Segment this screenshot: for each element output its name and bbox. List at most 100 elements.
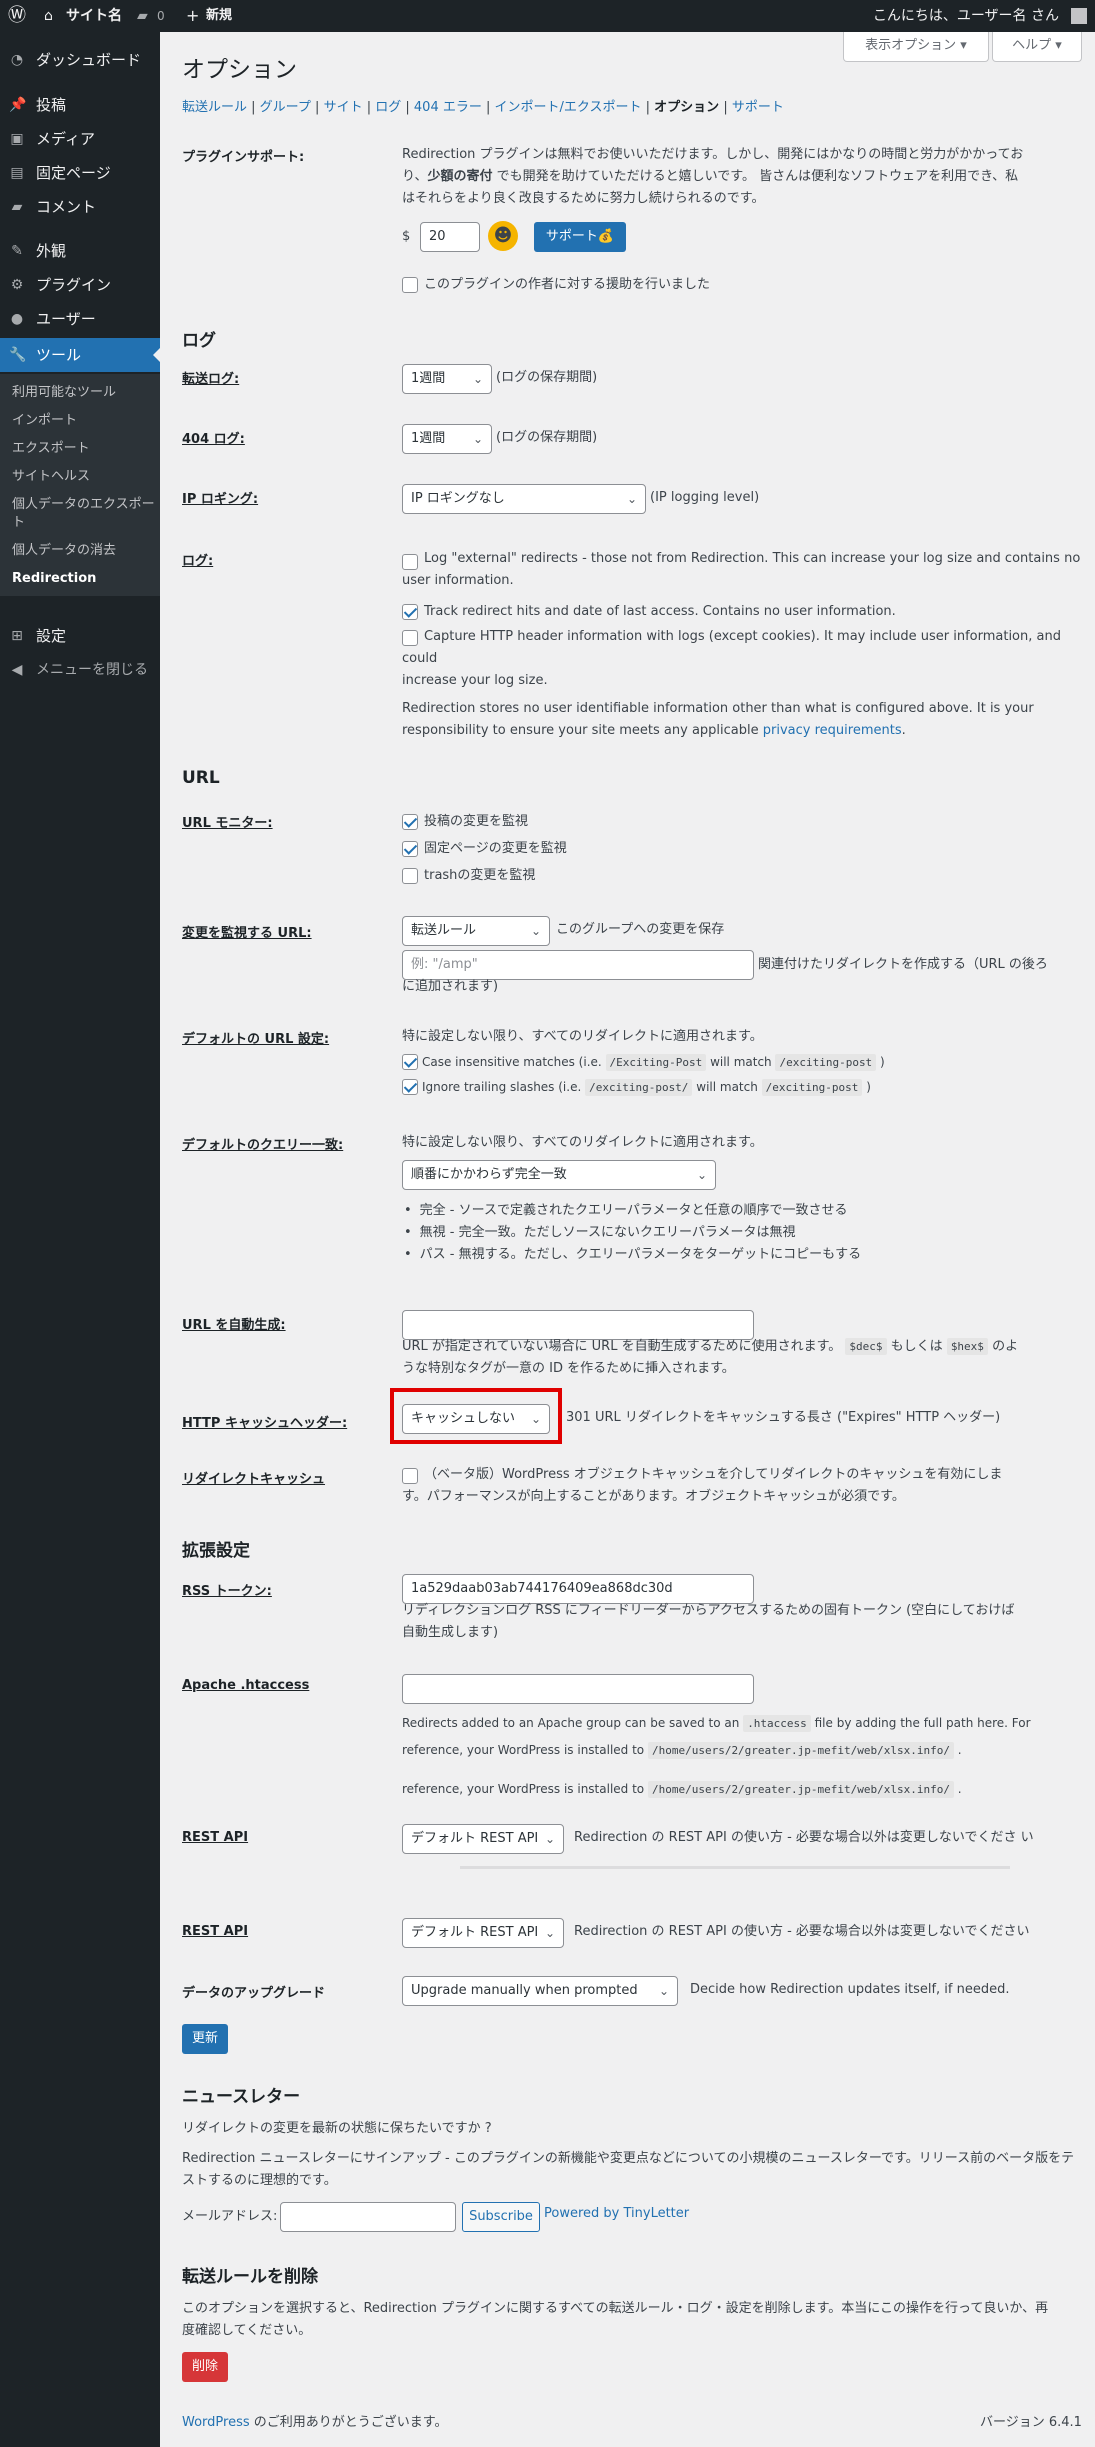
subnav-404[interactable]: 404 エラー — [414, 100, 482, 115]
case-insensitive-checkbox[interactable] — [402, 1054, 418, 1070]
subnav-site[interactable]: サイト — [324, 100, 363, 115]
newsletter-question: リダイレクトの変更を最新の状態に保ちたいですか ? — [182, 2121, 492, 2136]
privacy-requirements-link[interactable]: privacy requirements — [763, 723, 902, 738]
apache-path-input[interactable] — [402, 1674, 754, 1704]
default-url-label: デフォルトの URL 設定: — [182, 1032, 330, 1047]
support-label: プラグインサポート: — [182, 150, 305, 165]
url-monitor-label: URL モニター: — [182, 816, 273, 831]
menu-posts[interactable]: 📌 投稿 — [0, 88, 160, 122]
chevron-down-icon: ⌄ — [658, 1984, 669, 1998]
ip-logging-label: IP ロギング: — [182, 492, 259, 507]
subnav-groups[interactable]: グループ — [260, 100, 311, 115]
monitor-trash-label: trashの変更を監視 — [424, 868, 536, 883]
support-button[interactable]: サポート💰 — [534, 222, 626, 252]
help-button[interactable]: ヘルプ ▾ — [992, 32, 1082, 62]
subscribe-button[interactable]: Subscribe — [462, 2202, 540, 2232]
subnav-options[interactable]: オプション — [654, 100, 719, 115]
subnav: 転送ルール | グループ | サイト | ログ | 404 エラー | インポー… — [182, 100, 784, 115]
case-insensitive-label: Case insensitive matches (i.e. /Exciting… — [422, 1054, 885, 1071]
ip-logging-select[interactable]: IP ロギングなし ⌄ — [402, 484, 646, 514]
submenu-available-tools[interactable]: 利用可能なツール — [12, 384, 158, 402]
apache-note: Redirects added to an Apache group can b… — [402, 1715, 1031, 1798]
list-item: 完全 - ソースで定義されたクエリーパラメータと任意の順序で一致させる — [404, 1200, 861, 1222]
newsletter-description: Redirection ニュースレターにサインアップ - このプラグインの新機能… — [182, 2151, 1075, 2188]
monitor-posts-label: 投稿の変更を監視 — [424, 814, 529, 829]
emoji-face-icon: ☻ — [488, 221, 518, 251]
menu-appearance[interactable]: ✎ 外観 — [0, 234, 160, 268]
avatar[interactable] — [1071, 8, 1087, 24]
query-match-select[interactable]: 順番にかかわらず完全一致 ⌄ — [402, 1160, 716, 1190]
wrench-icon: 🔧 — [9, 347, 27, 363]
menu-tools[interactable]: 🔧 ツール — [0, 338, 160, 372]
comments-count[interactable]: 0 — [157, 0, 165, 32]
rss-token-note: リディレクションログ RSS にフィードリーダーからアクセスするための固有トーク… — [402, 1603, 1015, 1640]
chevron-down-icon: ⌄ — [544, 1832, 555, 1846]
menu-dashboard[interactable]: ◔ ダッシュボード — [0, 43, 160, 77]
submenu-export[interactable]: エクスポート — [12, 440, 158, 458]
menu-collapse[interactable]: ◀ メニューを閉じる — [0, 653, 160, 687]
watch-url-label: 変更を監視する URL: — [182, 926, 312, 941]
ignore-slash-checkbox[interactable] — [402, 1079, 418, 1095]
footer-thanks: WordPress のご利用ありがとうございます。 — [182, 2415, 448, 2430]
site-home-icon[interactable]: ⌂ — [44, 0, 53, 32]
currency-symbol: $ — [402, 229, 411, 244]
default-query-label: デフォルトのクエリー一致: — [182, 1138, 344, 1153]
subnav-import-export[interactable]: インポート/エクスポート — [495, 100, 642, 115]
privacy-note: Redirection stores no user identifiable … — [402, 701, 1034, 738]
menu-plugins[interactable]: ⚙ プラグイン — [0, 268, 160, 302]
donation-amount-input[interactable]: 20 — [420, 222, 480, 252]
amp-note-1: 関連付けたリダイレクトを作成する（URL の後ろ — [758, 957, 1048, 972]
upgrade-label: データのアップグレード — [182, 1986, 326, 2001]
wordpress-link[interactable]: WordPress — [182, 2415, 250, 2430]
submenu-site-health[interactable]: サイトヘルス — [12, 468, 158, 486]
cache-header-select[interactable]: キャッシュしない ⌄ — [402, 1404, 550, 1434]
list-item: 無視 - 完全一致。ただしソースにないクエリーパラメータは無視 — [404, 1222, 861, 1244]
redirect-log-select[interactable]: 1週間 ⌄ — [402, 364, 492, 394]
new-plus-icon[interactable]: + — [186, 0, 199, 32]
subnav-log[interactable]: ログ — [375, 100, 401, 115]
page-title: オプション — [182, 57, 297, 83]
delete-description: このオプションを選択すると、Redirection プラグインに関するすべての転… — [182, 2301, 1049, 2338]
menu-settings[interactable]: ⊞ 設定 — [0, 619, 160, 653]
ip-logging-note: (IP logging level) — [650, 490, 760, 505]
subnav-redirects[interactable]: 転送ルール — [182, 100, 247, 115]
newsletter-email-input[interactable] — [280, 2202, 456, 2232]
log-options-label: ログ: — [182, 554, 214, 569]
support-text: Redirection プラグインは無料でお使いいただけます。しかし、開発にはか… — [402, 147, 1024, 206]
advanced-heading: 拡張設定 — [182, 1541, 250, 1561]
site-name-link[interactable]: サイト名 — [66, 0, 122, 32]
menu-users[interactable]: ● ユーザー — [0, 302, 160, 336]
logs-heading: ログ — [182, 331, 216, 351]
wordpress-logo-icon[interactable]: Ⓦ — [8, 0, 26, 32]
rest-api-select[interactable]: デフォルト REST API ⌄ — [402, 1824, 564, 1854]
submenu-erase-personal-data[interactable]: 個人データの消去 — [12, 542, 158, 560]
submenu-import[interactable]: インポート — [12, 412, 158, 430]
menu-pages[interactable]: ▤ 固定ページ — [0, 156, 160, 190]
screen-options-button[interactable]: 表示オプション ▾ — [843, 32, 989, 62]
monitor-posts-checkbox[interactable] — [402, 814, 418, 830]
list-item: パス - 無視する。ただし、クエリーパラメータをターゲットにコピーもする — [404, 1244, 861, 1266]
redirect-cache-label: リダイレクトキャッシュ — [182, 1472, 326, 1487]
delete-button[interactable]: 削除 — [182, 2352, 228, 2382]
new-content-link[interactable]: 新規 — [206, 0, 232, 32]
submenu-export-personal-data[interactable]: 個人データのエクスポート — [12, 496, 158, 532]
greeting-link[interactable]: こんにちは、ユーザー名 さん — [873, 0, 1059, 32]
chevron-down-icon: ⌄ — [544, 1926, 555, 1940]
donated-checkbox[interactable] — [402, 277, 418, 293]
submenu-redirection[interactable]: Redirection — [12, 570, 158, 588]
track-hits-checkbox[interactable] — [402, 604, 418, 620]
404-log-select[interactable]: 1週間 ⌄ — [402, 424, 492, 454]
update-button[interactable]: 更新 — [182, 2024, 228, 2054]
comments-icon[interactable]: ▰ — [137, 0, 148, 32]
pin-icon: 📌 — [9, 97, 27, 113]
rest-api-note: Redirection の REST API の使い方 - 必要な場合以外は変更… — [574, 1830, 1034, 1845]
watch-group-select[interactable]: 転送ルール ⌄ — [402, 916, 550, 946]
menu-media[interactable]: ▣ メディア — [0, 122, 160, 156]
menu-comments[interactable]: ▰ コメント — [0, 190, 160, 224]
monitor-trash-checkbox[interactable] — [402, 868, 418, 884]
monitor-pages-checkbox[interactable] — [402, 841, 418, 857]
rest-api-select-2[interactable]: デフォルト REST API ⌄ — [402, 1918, 564, 1948]
tinyletter-link[interactable]: Powered by TinyLetter — [544, 2206, 689, 2221]
upgrade-select[interactable]: Upgrade manually when prompted ⌄ — [402, 1976, 678, 2006]
subnav-support[interactable]: サポート — [732, 100, 784, 115]
